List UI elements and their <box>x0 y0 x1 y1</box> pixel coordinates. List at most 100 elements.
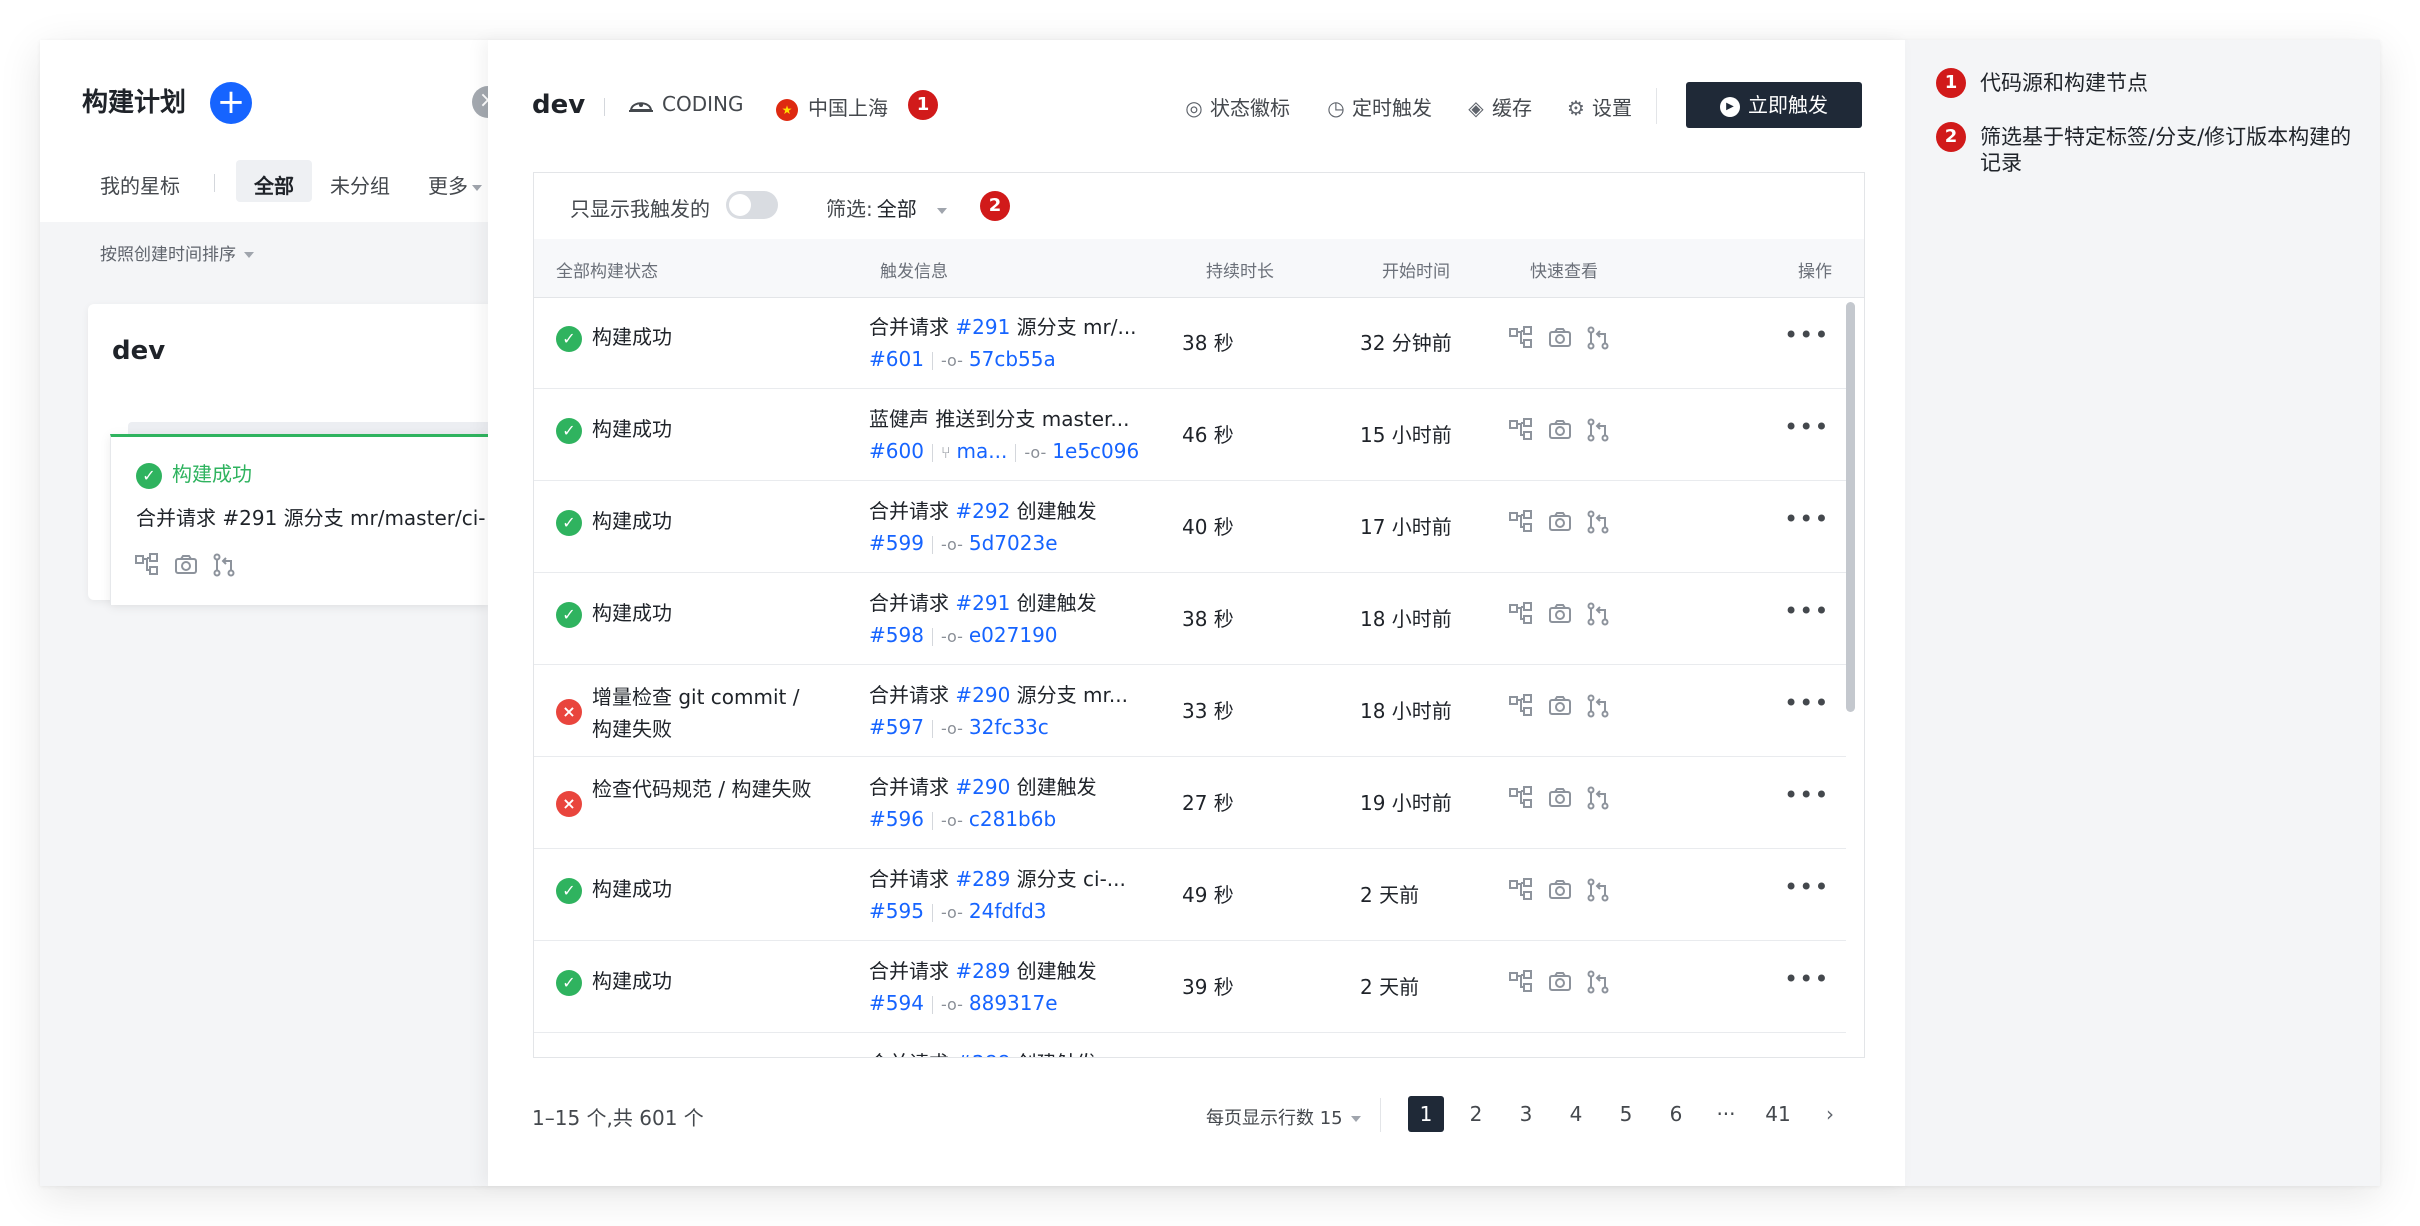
build-number-link[interactable]: #596 <box>869 807 924 831</box>
build-number-link[interactable]: #595 <box>869 899 924 923</box>
trigger-suffix: 创建触发 <box>1016 959 1097 983</box>
chevron-down-icon <box>244 252 254 258</box>
only-mine-toggle[interactable] <box>726 191 778 219</box>
trigger-info: 合并请求 #290 创建触发 <box>869 771 1097 800</box>
chevron-down-icon <box>472 184 482 191</box>
settings-action[interactable]: ⚙ 设置 <box>1566 92 1632 121</box>
table-row[interactable]: ✓ 构建成功 合并请求 #291 创建触发 #598 -o-e027190 38 秒 18 … <box>534 573 1846 665</box>
column-status[interactable]: 全部构建状态 <box>556 257 658 282</box>
note-1-text: 代码源和构建节点 <box>1980 71 2148 95</box>
settings-label: 设置 <box>1592 96 1632 120</box>
build-number-link[interactable]: #599 <box>869 531 924 555</box>
page-2[interactable]: 2 <box>1458 1096 1494 1132</box>
branch-link[interactable]: ma... <box>957 439 1008 463</box>
page-6[interactable]: 6 <box>1658 1096 1694 1132</box>
more-actions-icon[interactable]: ••• <box>1784 413 1829 441</box>
commit-link[interactable]: e027190 <box>969 623 1058 647</box>
start-time: 32 分钟前 <box>1360 331 1452 355</box>
table-row[interactable]: 合并请求 #288 创建触发 <box>534 1033 1846 1057</box>
plan-title: dev <box>532 90 586 120</box>
build-number-link[interactable]: #598 <box>869 623 924 647</box>
commit-link[interactable]: 24fdfd3 <box>969 899 1047 923</box>
separator <box>931 443 933 462</box>
quick-view-icons[interactable] <box>1508 877 1628 903</box>
success-icon: ✓ <box>556 417 582 444</box>
merge-request-link[interactable]: #291 <box>955 591 1010 615</box>
scheduled-trigger-action[interactable]: ◷ 定时触发 <box>1326 92 1432 121</box>
duration: 40 秒 <box>1182 515 1234 539</box>
status-badge-label: 状态徽标 <box>1210 96 1290 120</box>
table-row[interactable]: × 检查代码规范 / 构建失败 合并请求 #290 创建触发 #596 -o-c281b… <box>534 757 1846 849</box>
merge-request-link[interactable]: #290 <box>955 775 1010 799</box>
start-time: 15 小时前 <box>1360 423 1452 447</box>
table-row[interactable]: ✓ 构建成功 合并请求 #289 创建触发 #594 -o- 889317e 39 秒 2 天… <box>534 941 1846 1033</box>
quick-view-icons[interactable] <box>1508 509 1628 535</box>
commit-link[interactable]: 32fc33c <box>969 715 1049 739</box>
more-actions-icon[interactable]: ••• <box>1784 873 1829 901</box>
table-row[interactable]: ✓ 构建成功 合并请求 #291 源分支 mr/... #601 -o- 57cb55a 3… <box>534 297 1846 389</box>
merge-request-link[interactable]: #292 <box>955 499 1010 523</box>
build-node-region[interactable]: ★ 中国上海 <box>776 92 888 121</box>
more-actions-icon[interactable]: ••• <box>1784 781 1829 809</box>
sort-dropdown[interactable]: 按照创建时间排序 <box>100 240 254 265</box>
trigger-suffix: 创建触发 <box>1016 775 1097 799</box>
build-status: ✓ 构建成功 <box>556 597 816 628</box>
error-icon: × <box>556 791 582 817</box>
tab-ungrouped[interactable]: 未分组 <box>330 170 390 199</box>
merge-request-link[interactable]: #288 <box>955 1051 1010 1057</box>
trigger-suffix: 源分支 ci-... <box>1016 867 1126 891</box>
trigger-prefix: 蓝健声 推送到分支 master... <box>869 407 1130 431</box>
merge-request-link[interactable]: #291 <box>955 315 1010 339</box>
status-badge-action[interactable]: ◎ 状态徽标 <box>1184 92 1290 121</box>
build-number-link[interactable]: #597 <box>869 715 924 739</box>
quick-view-icons[interactable] <box>1508 693 1628 719</box>
table-row[interactable]: ✓ 构建成功 合并请求 #292 创建触发 #599 -o- 5d7023e 40 秒 17 … <box>534 481 1846 573</box>
commit-link[interactable]: 889317e <box>969 991 1058 1015</box>
build-number-link[interactable]: #600 <box>869 439 924 463</box>
more-actions-icon[interactable]: ••• <box>1784 321 1829 349</box>
quick-view-icons[interactable] <box>1508 785 1628 811</box>
more-actions-icon[interactable]: ••• <box>1784 689 1829 717</box>
separator <box>931 627 933 646</box>
quick-view-icons[interactable] <box>1508 325 1628 351</box>
page-1[interactable]: 1 <box>1408 1096 1444 1132</box>
merge-request-link[interactable]: #290 <box>955 683 1010 707</box>
cache-action[interactable]: ◈ 缓存 <box>1466 92 1532 121</box>
build-number-link[interactable]: #601 <box>869 347 924 371</box>
page-ellipsis[interactable]: ··· <box>1708 1096 1744 1132</box>
commit-link[interactable]: 1e5c096 <box>1052 439 1139 463</box>
rows-per-page-select[interactable]: 每页显示行数 15 <box>1206 1104 1361 1130</box>
filter-dropdown[interactable]: 筛选: 全部 <box>826 193 947 222</box>
table-row[interactable]: × 增量检查 git commit / 构建失败 合并请求 #290 源分支 mr.… <box>534 665 1846 757</box>
quick-view-icons[interactable] <box>1508 417 1628 443</box>
tab-starred[interactable]: 我的星标 <box>100 170 180 199</box>
repo-source[interactable]: CODING <box>628 92 743 116</box>
merge-request-link[interactable]: #289 <box>955 867 1010 891</box>
tab-more[interactable]: 更多 <box>428 170 482 199</box>
scrollbar-thumb[interactable] <box>1846 302 1855 712</box>
build-number-link[interactable]: #594 <box>869 991 924 1015</box>
trigger-now-button[interactable]: ▶ 立即触发 <box>1686 82 1862 128</box>
merge-request-link[interactable]: #289 <box>955 959 1010 983</box>
page-4[interactable]: 4 <box>1558 1096 1594 1132</box>
table-row[interactable]: ✓ 构建成功 蓝健声 推送到分支 master... #600 ⑂ ma... -o- 1e5… <box>534 389 1846 481</box>
success-icon: ✓ <box>136 462 162 489</box>
duration: 38 秒 <box>1182 331 1234 355</box>
table-row[interactable]: ✓ 构建成功 合并请求 #289 源分支 ci-... #595 -o- 24fdfd3 4… <box>534 849 1846 941</box>
add-plan-button[interactable]: + <box>210 82 252 124</box>
page-3[interactable]: 3 <box>1508 1096 1544 1132</box>
page-41[interactable]: 41 <box>1760 1096 1796 1132</box>
tab-all[interactable]: 全部 <box>254 170 294 199</box>
page-5[interactable]: 5 <box>1608 1096 1644 1132</box>
quick-view-icons[interactable] <box>1508 969 1628 995</box>
commit-link[interactable]: 57cb55a <box>969 347 1056 371</box>
more-actions-icon[interactable]: ••• <box>1784 505 1829 533</box>
more-actions-icon[interactable]: ••• <box>1784 597 1829 625</box>
more-actions-icon[interactable]: ••• <box>1784 965 1829 993</box>
quick-view-icons[interactable] <box>1508 601 1628 627</box>
build-info: #595 -o- 24fdfd3 <box>869 899 1047 923</box>
start-time: 18 小时前 <box>1360 607 1452 631</box>
commit-link[interactable]: c281b6b <box>969 807 1056 831</box>
commit-link[interactable]: 5d7023e <box>969 531 1058 555</box>
next-page-icon[interactable]: › <box>1812 1096 1848 1132</box>
